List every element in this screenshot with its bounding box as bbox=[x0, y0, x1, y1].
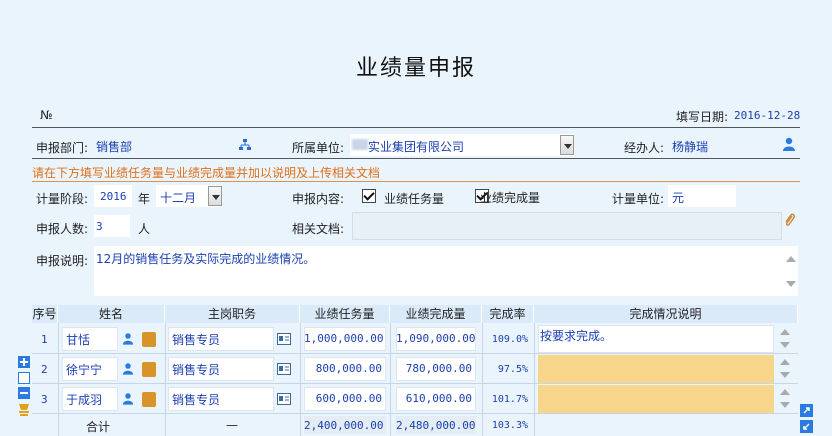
desc-value: 12月的销售任务及实际完成的业绩情况。 bbox=[96, 252, 316, 266]
fill-date-value: 2016-12-28 bbox=[734, 109, 801, 122]
row-note: 按要求完成。 bbox=[540, 329, 613, 343]
col-divider bbox=[534, 323, 535, 436]
clear-rows-icon[interactable] bbox=[16, 402, 32, 418]
divider bbox=[32, 127, 800, 128]
row-name: 于成羽 bbox=[66, 393, 103, 407]
org-tree-icon[interactable] bbox=[238, 138, 252, 152]
total-role: — bbox=[226, 418, 238, 432]
row-done: 610,000.00 bbox=[405, 392, 472, 405]
scroll-down-icon[interactable] bbox=[786, 281, 796, 287]
collapse-icon[interactable] bbox=[800, 420, 813, 433]
unit-dropdown-button[interactable] bbox=[560, 135, 574, 155]
number-label: № bbox=[40, 108, 53, 122]
redacted-text bbox=[352, 139, 368, 150]
month-dropdown-button[interactable] bbox=[208, 186, 222, 206]
col-divider bbox=[482, 323, 483, 436]
col-divider bbox=[390, 323, 391, 436]
col-divider bbox=[300, 323, 301, 436]
row-task: 800,000.00 bbox=[315, 362, 382, 375]
row-name: 甘恬 bbox=[66, 333, 91, 347]
profile-card-icon[interactable] bbox=[142, 332, 156, 347]
total-rate: 103.3% bbox=[491, 420, 528, 431]
scroll-up-icon[interactable] bbox=[780, 329, 790, 335]
row-role: 销售专员 bbox=[172, 363, 221, 377]
notice-underline bbox=[32, 181, 800, 182]
measure-unit-label: 计量单位: bbox=[612, 192, 665, 206]
period-label: 计量阶段: bbox=[36, 192, 89, 206]
col-header-role: 主岗职务 bbox=[165, 305, 300, 323]
profile-card-icon[interactable] bbox=[142, 392, 156, 407]
unit-value: 实业集团有限公司 bbox=[368, 140, 465, 154]
scroll-up-icon[interactable] bbox=[786, 256, 796, 262]
row-done: 780,000.00 bbox=[405, 362, 472, 375]
row-task: 600,000.00 bbox=[315, 392, 382, 405]
col-header-name: 姓名 bbox=[58, 305, 165, 323]
user-select-icon[interactable] bbox=[782, 137, 796, 152]
notice-text: 请在下方填写业绩任务量与业绩完成量并加以说明及上传相关文档 bbox=[32, 166, 381, 180]
note-input[interactable] bbox=[538, 355, 774, 383]
row-rate: 97.5% bbox=[497, 364, 528, 375]
user-select-icon[interactable] bbox=[122, 332, 134, 346]
note-input[interactable] bbox=[538, 385, 774, 413]
row-rate: 109.0% bbox=[491, 334, 528, 345]
measure-unit-value: 元 bbox=[672, 191, 685, 205]
profile-card-icon[interactable] bbox=[142, 362, 156, 377]
remove-row-icon[interactable] bbox=[18, 387, 30, 399]
id-card-icon[interactable] bbox=[277, 393, 291, 405]
count-value: 3 bbox=[96, 220, 103, 233]
total-done: 2,480,000.00 bbox=[396, 419, 476, 432]
scroll-up-icon[interactable] bbox=[780, 359, 790, 365]
dept-label: 申报部门: bbox=[36, 141, 89, 155]
row-no: 2 bbox=[41, 363, 48, 376]
row-task: 1,000,000.00 bbox=[304, 332, 384, 345]
insert-row-icon[interactable] bbox=[18, 372, 30, 384]
row-role: 销售专员 bbox=[172, 393, 221, 407]
page-title: 业绩量申报 bbox=[355, 56, 476, 81]
user-select-icon[interactable] bbox=[122, 362, 134, 376]
id-card-icon[interactable] bbox=[277, 333, 291, 345]
row-no: 3 bbox=[41, 393, 48, 406]
scroll-up-icon[interactable] bbox=[780, 389, 790, 395]
unit-label: 所属单位: bbox=[292, 141, 345, 155]
count-label: 申报人数: bbox=[36, 222, 89, 236]
expand-icon[interactable] bbox=[800, 404, 813, 417]
divider bbox=[32, 158, 800, 159]
scroll-down-icon[interactable] bbox=[780, 372, 790, 378]
col-header-task: 业绩任务量 bbox=[300, 305, 390, 323]
task-checkbox-label: 业绩任务量 bbox=[384, 192, 445, 206]
scroll-down-icon[interactable] bbox=[780, 402, 790, 408]
col-header-no: 序号 bbox=[32, 305, 58, 323]
handler-value[interactable]: 杨静瑞 bbox=[672, 138, 708, 155]
id-card-icon[interactable] bbox=[277, 363, 291, 375]
month-value: 十二月 bbox=[160, 191, 197, 205]
add-row-icon[interactable] bbox=[18, 356, 30, 368]
row-role: 销售专员 bbox=[172, 333, 221, 347]
user-select-icon[interactable] bbox=[122, 392, 134, 406]
content-label: 申报内容: bbox=[292, 192, 345, 206]
row-no: 1 bbox=[41, 333, 48, 346]
col-header-done: 业绩完成量 bbox=[390, 305, 482, 323]
paperclip-icon[interactable] bbox=[782, 212, 796, 228]
col-header-note: 完成情况说明 bbox=[534, 305, 798, 323]
col-divider bbox=[165, 323, 166, 436]
task-checkbox[interactable] bbox=[362, 189, 376, 203]
handler-label: 经办人: bbox=[624, 141, 665, 155]
docs-label: 相关文档: bbox=[292, 222, 345, 236]
year-unit: 年 bbox=[138, 192, 151, 206]
total-task: 2,400,000.00 bbox=[304, 419, 384, 432]
row-rate: 101.7% bbox=[491, 394, 528, 405]
row-name: 徐宁宁 bbox=[66, 363, 103, 377]
fill-date-label: 填写日期: bbox=[676, 110, 729, 124]
col-header-rate: 完成率 bbox=[482, 305, 534, 323]
row-done: 1,090,000.00 bbox=[396, 332, 476, 345]
col-divider bbox=[58, 323, 59, 436]
scroll-down-icon[interactable] bbox=[780, 342, 790, 348]
year-value: 2016 bbox=[100, 190, 127, 203]
count-unit: 人 bbox=[138, 222, 151, 236]
done-checkbox-label: 业绩完成量 bbox=[480, 191, 541, 205]
docs-upload-area[interactable] bbox=[352, 212, 782, 240]
total-label: 合计 bbox=[86, 420, 111, 434]
desc-label: 申报说明: bbox=[36, 254, 89, 268]
dept-value[interactable]: 销售部 bbox=[96, 138, 132, 155]
